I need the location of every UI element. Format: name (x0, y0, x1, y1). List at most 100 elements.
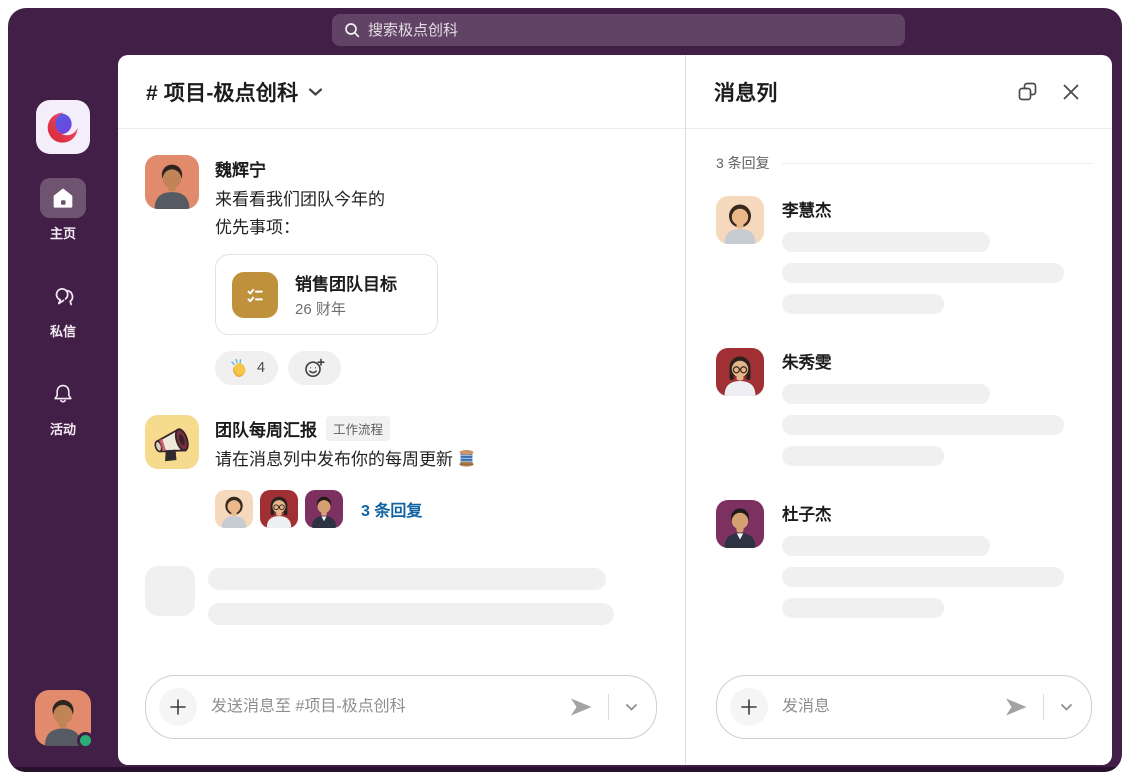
chevron-down-icon (309, 87, 323, 96)
skeleton-bar (208, 567, 606, 590)
thread-pane: 消息列 3 条回复 李慧杰 朱秀雯 杜子杰 发消息 (686, 55, 1112, 765)
close-thread-button[interactable] (1056, 77, 1086, 107)
reply-count-rule (781, 162, 1092, 164)
reaction-count: 4 (257, 360, 266, 377)
avatar-wei[interactable] (145, 155, 199, 209)
avatar-li[interactable] (716, 196, 764, 244)
message-input[interactable] (211, 698, 554, 716)
message-body: 魏辉宁 来看看我们团队今年的 优先事项： 销售团队目标 26 财年 4 (215, 155, 438, 386)
avatar-zhu[interactable] (260, 489, 298, 528)
composer-divider (1043, 694, 1044, 720)
reply-input[interactable] (782, 698, 989, 716)
thread-reply: 杜子杰 (716, 500, 1092, 618)
message-author[interactable]: 团队每周汇报 (215, 416, 317, 441)
skeleton-bar (782, 446, 944, 466)
message-text: 来看看我们团队今年的 优先事项： (215, 190, 385, 237)
add-reaction-icon (305, 358, 325, 378)
reply-author[interactable]: 李慧杰 (782, 202, 832, 220)
send-button[interactable] (568, 696, 594, 718)
avatar-workflow-megaphone[interactable] (145, 415, 199, 470)
thread-composer-wrap (686, 663, 1112, 765)
search-bar[interactable] (332, 14, 905, 46)
skeleton-bar (782, 263, 1064, 283)
left-rail: 主页 私信 活动 (8, 8, 118, 772)
send-options-chevron[interactable] (1058, 701, 1075, 714)
thread-title: 消息列 (714, 81, 778, 105)
send-paper-plane-icon (1006, 698, 1027, 716)
goal-card-subtitle: 26 财年 (295, 301, 346, 319)
thread-spool-icon (458, 449, 475, 477)
current-user-avatar[interactable] (35, 690, 94, 749)
activity-bell-icon (40, 374, 86, 414)
goal-card[interactable]: 销售团队目标 26 财年 (215, 254, 438, 336)
avatar-li[interactable] (215, 489, 253, 528)
thread-preview-row: 3 条回复 (215, 489, 475, 528)
thread-header: 消息列 (686, 55, 1112, 129)
thread-replies-link[interactable]: 3 条回复 (361, 497, 422, 521)
skeleton-bar (782, 384, 990, 404)
thread-reply: 李慧杰 (716, 196, 1092, 314)
skeleton-bar (782, 232, 990, 252)
skeleton-bar (782, 294, 944, 314)
channel-composer-wrap (118, 663, 685, 765)
channel-title-button[interactable]: # 项目-极点创科 (146, 77, 323, 107)
sidebar-item-dms[interactable]: 私信 (40, 276, 86, 340)
home-icon (40, 178, 86, 218)
search-input[interactable] (368, 21, 893, 39)
chevron-down-icon (1061, 703, 1072, 710)
attach-plus-button[interactable] (159, 688, 197, 726)
plus-icon (741, 699, 757, 715)
avatar-zhu[interactable] (716, 348, 764, 396)
sidebar-item-activity[interactable]: 活动 (40, 374, 86, 438)
skeleton-bar (782, 536, 990, 556)
sidebar-item-label: 活动 (49, 422, 76, 437)
app-window: 主页 私信 活动 (8, 8, 1122, 772)
thread-body: 3 条回复 李慧杰 朱秀雯 杜子杰 (686, 129, 1112, 663)
avatar-du[interactable] (716, 500, 764, 548)
message-author[interactable]: 魏辉宁 (215, 156, 266, 181)
reaction-clap[interactable]: 4 (215, 351, 279, 386)
clap-icon (231, 358, 246, 378)
skeleton-bar (782, 598, 944, 618)
reply-count-label: 3 条回复 (716, 155, 770, 171)
channel-pane: # 项目-极点创科 魏辉宁 来看看我们团队今年的 优先事项： 销售团队目标 26… (118, 55, 686, 765)
content-area: # 项目-极点创科 魏辉宁 来看看我们团队今年的 优先事项： 销售团队目标 26… (118, 55, 1112, 765)
skeleton-bar (782, 415, 1064, 435)
reactions-row: 4 (215, 351, 438, 386)
skeleton-avatar (145, 565, 195, 616)
thread-composer[interactable] (716, 675, 1092, 739)
close-icon (1063, 84, 1079, 99)
attach-plus-button[interactable] (730, 688, 768, 726)
skeleton-bar (208, 602, 614, 625)
loading-message-skeleton (145, 565, 657, 625)
reply-author[interactable]: 杜子杰 (782, 506, 832, 524)
chevron-down-icon (626, 703, 637, 710)
composer-divider (608, 694, 609, 720)
channel-title: # 项目-极点创科 (146, 81, 299, 105)
workspace-crescent-icon (47, 112, 78, 143)
message-list: 魏辉宁 来看看我们团队今年的 优先事项： 销售团队目标 26 财年 4 团队每周… (118, 129, 685, 663)
workspace-logo[interactable] (36, 100, 90, 154)
reply-count-row: 3 条回复 (716, 153, 1092, 173)
reply-author[interactable]: 朱秀雯 (782, 354, 832, 372)
message: 魏辉宁 来看看我们团队今年的 优先事项： 销售团队目标 26 财年 4 (145, 155, 657, 386)
message-body: 团队每周汇报 工作流程 请在消息列中发布你的每周更新 3 条回复 (215, 415, 475, 528)
dms-icon (40, 276, 86, 316)
send-button[interactable] (1003, 696, 1029, 718)
send-options-chevron[interactable] (623, 701, 640, 714)
workflow-badge: 工作流程 (326, 416, 391, 442)
message-text: 请在消息列中发布你的每周更新 (215, 446, 475, 477)
channel-composer[interactable] (145, 675, 657, 739)
popout-button[interactable] (1012, 77, 1042, 107)
sidebar-item-label: 私信 (49, 324, 76, 339)
sidebar-item-label: 主页 (49, 226, 76, 241)
message: 团队每周汇报 工作流程 请在消息列中发布你的每周更新 3 条回复 (145, 415, 657, 528)
add-reaction-button[interactable] (288, 351, 342, 386)
search-icon (345, 23, 360, 38)
goal-card-title: 销售团队目标 (295, 275, 397, 295)
channel-header: # 项目-极点创科 (118, 55, 685, 129)
avatar-du[interactable] (305, 489, 343, 528)
plus-icon (170, 699, 186, 715)
checklist-icon (232, 271, 278, 318)
sidebar-item-home[interactable]: 主页 (40, 178, 86, 242)
